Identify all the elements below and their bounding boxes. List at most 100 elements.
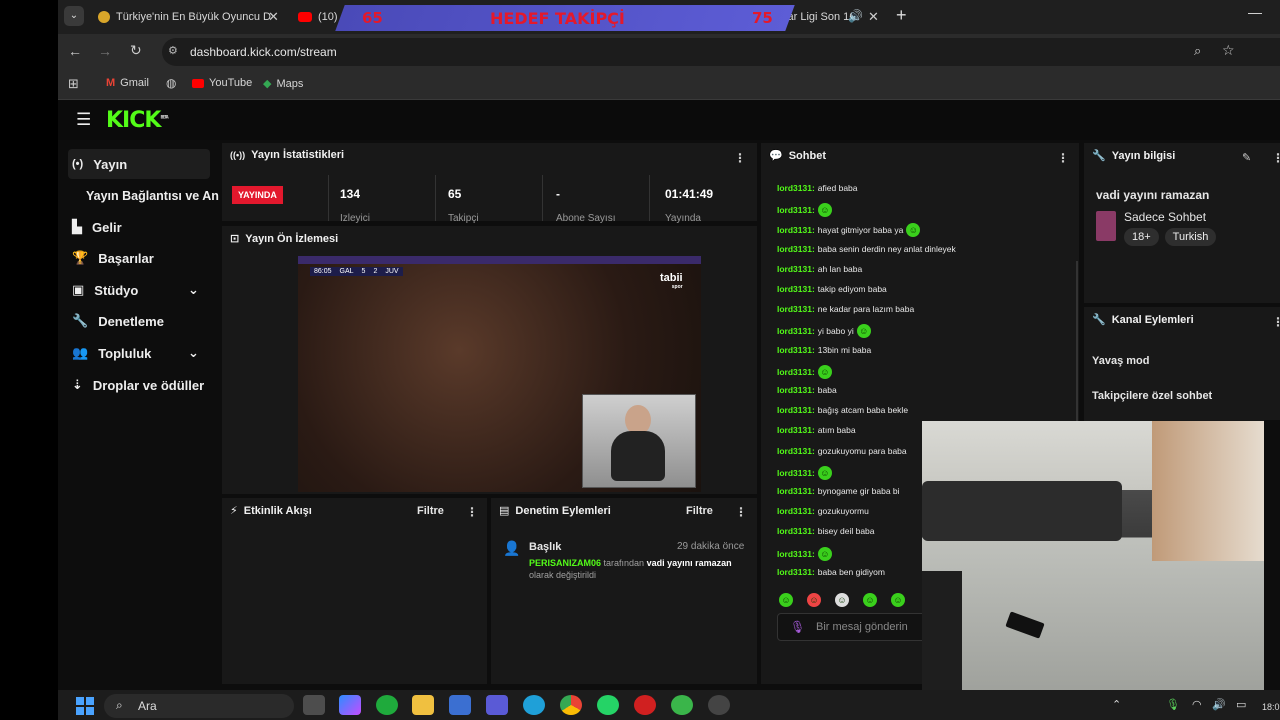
kick-logo[interactable]: KICKBETA [106, 108, 169, 133]
chat-username[interactable]: lord3131: [777, 183, 815, 193]
bookmark-youtube[interactable]: YouTube [192, 77, 252, 89]
apps-grid-icon[interactable]: ⊞ [68, 76, 79, 92]
address-bar[interactable]: ⚙ dashboard.kick.com/stream ⌕ ☆ [162, 38, 1280, 66]
chat-username[interactable]: lord3131: [777, 468, 815, 478]
chat-username[interactable]: lord3131: [777, 367, 815, 377]
slow-mode-toggle-label[interactable]: Yavaş mod [1092, 355, 1149, 367]
chat-username[interactable]: lord3131: [777, 405, 815, 415]
chat-username[interactable]: lord3131: [777, 506, 815, 516]
chat-username[interactable]: lord3131: [777, 526, 815, 536]
globe-icon[interactable]: ◍ [166, 76, 176, 90]
zoom-icon[interactable]: ⌕ [1194, 43, 1201, 59]
tab-0-close-icon[interactable]: ✕ [268, 9, 279, 25]
sidebar-item-droplar[interactable]: ⇣ Droplar ve ödüller [68, 370, 228, 400]
battery-icon[interactable]: ▭ [1236, 698, 1246, 711]
tab-0[interactable]: Türkiye'nin En Büyük Oyuncu D [98, 4, 288, 30]
chat-username[interactable]: lord3131: [777, 304, 815, 314]
volume-icon[interactable]: 🔊 [1212, 698, 1226, 711]
chevron-down-icon: ⌄ [188, 282, 199, 297]
emote-icon[interactable]: ☺ [807, 593, 821, 607]
site-info-icon[interactable]: ⚙ [168, 44, 178, 57]
chat-username[interactable]: lord3131: [777, 567, 815, 577]
chat-message-text: bağış atcam baba bekle [817, 405, 909, 416]
sidebar-item-basarilar[interactable]: 🏆 Başarılar [68, 243, 210, 273]
file-explorer-icon[interactable] [412, 695, 434, 715]
activity-menu-icon[interactable]: ⋮ [466, 505, 478, 519]
chrome-icon[interactable] [560, 695, 582, 715]
emote-icon[interactable]: ☺ [779, 593, 793, 607]
trophy-icon: 🏆 [72, 250, 89, 265]
mod-entry-user[interactable]: PERISANIZAM06 [529, 558, 601, 568]
whatsapp-icon[interactable] [597, 695, 619, 715]
reload-button[interactable]: ↻ [130, 42, 142, 59]
moderation-filter-button[interactable]: Filtre [686, 505, 713, 517]
sidebar-item-yayin[interactable]: (•) Yayın [68, 149, 210, 179]
store-icon[interactable] [449, 695, 471, 715]
sidebar-item-studyo[interactable]: ▣ Stüdyo ⌄ [68, 275, 210, 305]
chat-username[interactable]: lord3131: [777, 345, 815, 355]
goal-current: 65 [362, 9, 383, 27]
emote-icon[interactable]: ☺ [835, 593, 849, 607]
moderation-menu-icon[interactable]: ⋮ [735, 505, 747, 519]
activity-filter-button[interactable]: Filtre [417, 505, 444, 517]
tab-2-close-icon[interactable]: ✕ [868, 9, 879, 25]
chat-username[interactable]: lord3131: [777, 549, 815, 559]
bookmark-star-icon[interactable]: ☆ [1222, 42, 1235, 59]
chat-username[interactable]: lord3131: [777, 205, 815, 215]
microphone-tray-icon[interactable]: 🎙 [1166, 698, 1180, 711]
channel-actions-menu-icon[interactable]: ⋮ [1272, 315, 1280, 329]
edge-icon[interactable] [523, 695, 545, 715]
app-icon[interactable] [634, 695, 656, 715]
chat-username[interactable]: lord3131: [777, 446, 815, 456]
stats-menu-icon[interactable]: ⋮ [734, 151, 746, 165]
obs-icon[interactable] [708, 695, 730, 715]
chat-username[interactable]: lord3131: [777, 225, 815, 235]
chat-message: lord3131: gozukuyomu para baba [777, 446, 907, 456]
copilot-icon[interactable] [339, 695, 361, 715]
tray-chevron-icon[interactable]: ⌃ [1112, 698, 1121, 711]
taskbar: ⌕ Ara [58, 690, 1280, 720]
kick-app-icon[interactable] [671, 695, 693, 715]
chat-username[interactable]: lord3131: [777, 425, 815, 435]
xbox-icon[interactable] [376, 695, 398, 715]
stream-preview-video[interactable]: 86:05 GAL 5 2 JUV tabii spor [298, 256, 701, 492]
sidebar-item-denetleme[interactable]: 🔧 Denetleme [68, 306, 210, 336]
chat-menu-icon[interactable]: ⋮ [1057, 151, 1069, 165]
forward-button[interactable]: → [98, 43, 112, 59]
emote-icon[interactable]: ☺ [891, 593, 905, 607]
stream-info-menu-icon[interactable]: ⋮ [1272, 151, 1280, 165]
emote-icon: ☺ [817, 546, 832, 561]
windows-start-icon[interactable] [76, 697, 94, 715]
minimize-button[interactable]: — [1248, 4, 1262, 20]
task-view-icon[interactable] [303, 695, 325, 715]
sidebar-item-stream-connection[interactable]: Yayın Bağlantısı ve An [82, 181, 222, 211]
chat-username[interactable]: lord3131: [777, 385, 815, 395]
microphone-icon[interactable]: 🎙 [790, 620, 805, 634]
new-tab-button[interactable]: + [896, 5, 907, 26]
chat-username[interactable]: lord3131: [777, 486, 815, 496]
side-table [922, 571, 962, 698]
divider [542, 175, 543, 221]
chat-username[interactable]: lord3131: [777, 284, 815, 294]
sidebar-item-topluluk[interactable]: 👥 Topluluk ⌄ [68, 338, 210, 368]
sidebar-item-gelir[interactable]: ▙ Gelir [68, 212, 210, 242]
tab-search-button[interactable]: ⌄ [64, 6, 84, 26]
subscribers-value: - [556, 187, 560, 201]
chat-username[interactable]: lord3131: [777, 264, 815, 274]
menu-icon[interactable]: ☰ [76, 110, 91, 130]
edit-pencil-icon[interactable]: ✎ [1242, 151, 1251, 164]
bookmark-gmail[interactable]: M Gmail [106, 77, 149, 89]
emote-icon[interactable]: ☺ [863, 593, 877, 607]
url-text[interactable]: dashboard.kick.com/stream [190, 45, 337, 59]
wifi-icon[interactable]: ◠ [1192, 698, 1202, 711]
chat-username[interactable]: lord3131: [777, 244, 815, 254]
taskbar-search[interactable]: ⌕ Ara [104, 694, 294, 718]
bookmark-maps[interactable]: ◆ Maps [263, 77, 303, 91]
activity-panel: ⚡ Etkinlik Akışı Filtre ⋮ [222, 498, 487, 684]
wrench-icon: 🔧 [72, 313, 89, 328]
followers-only-toggle-label[interactable]: Takipçilere özel sohbet [1092, 390, 1212, 402]
back-button[interactable]: ← [68, 43, 82, 59]
chat-username[interactable]: lord3131: [777, 326, 815, 336]
teams-icon[interactable] [486, 695, 508, 715]
clock[interactable]: 18:0 [1262, 702, 1280, 712]
